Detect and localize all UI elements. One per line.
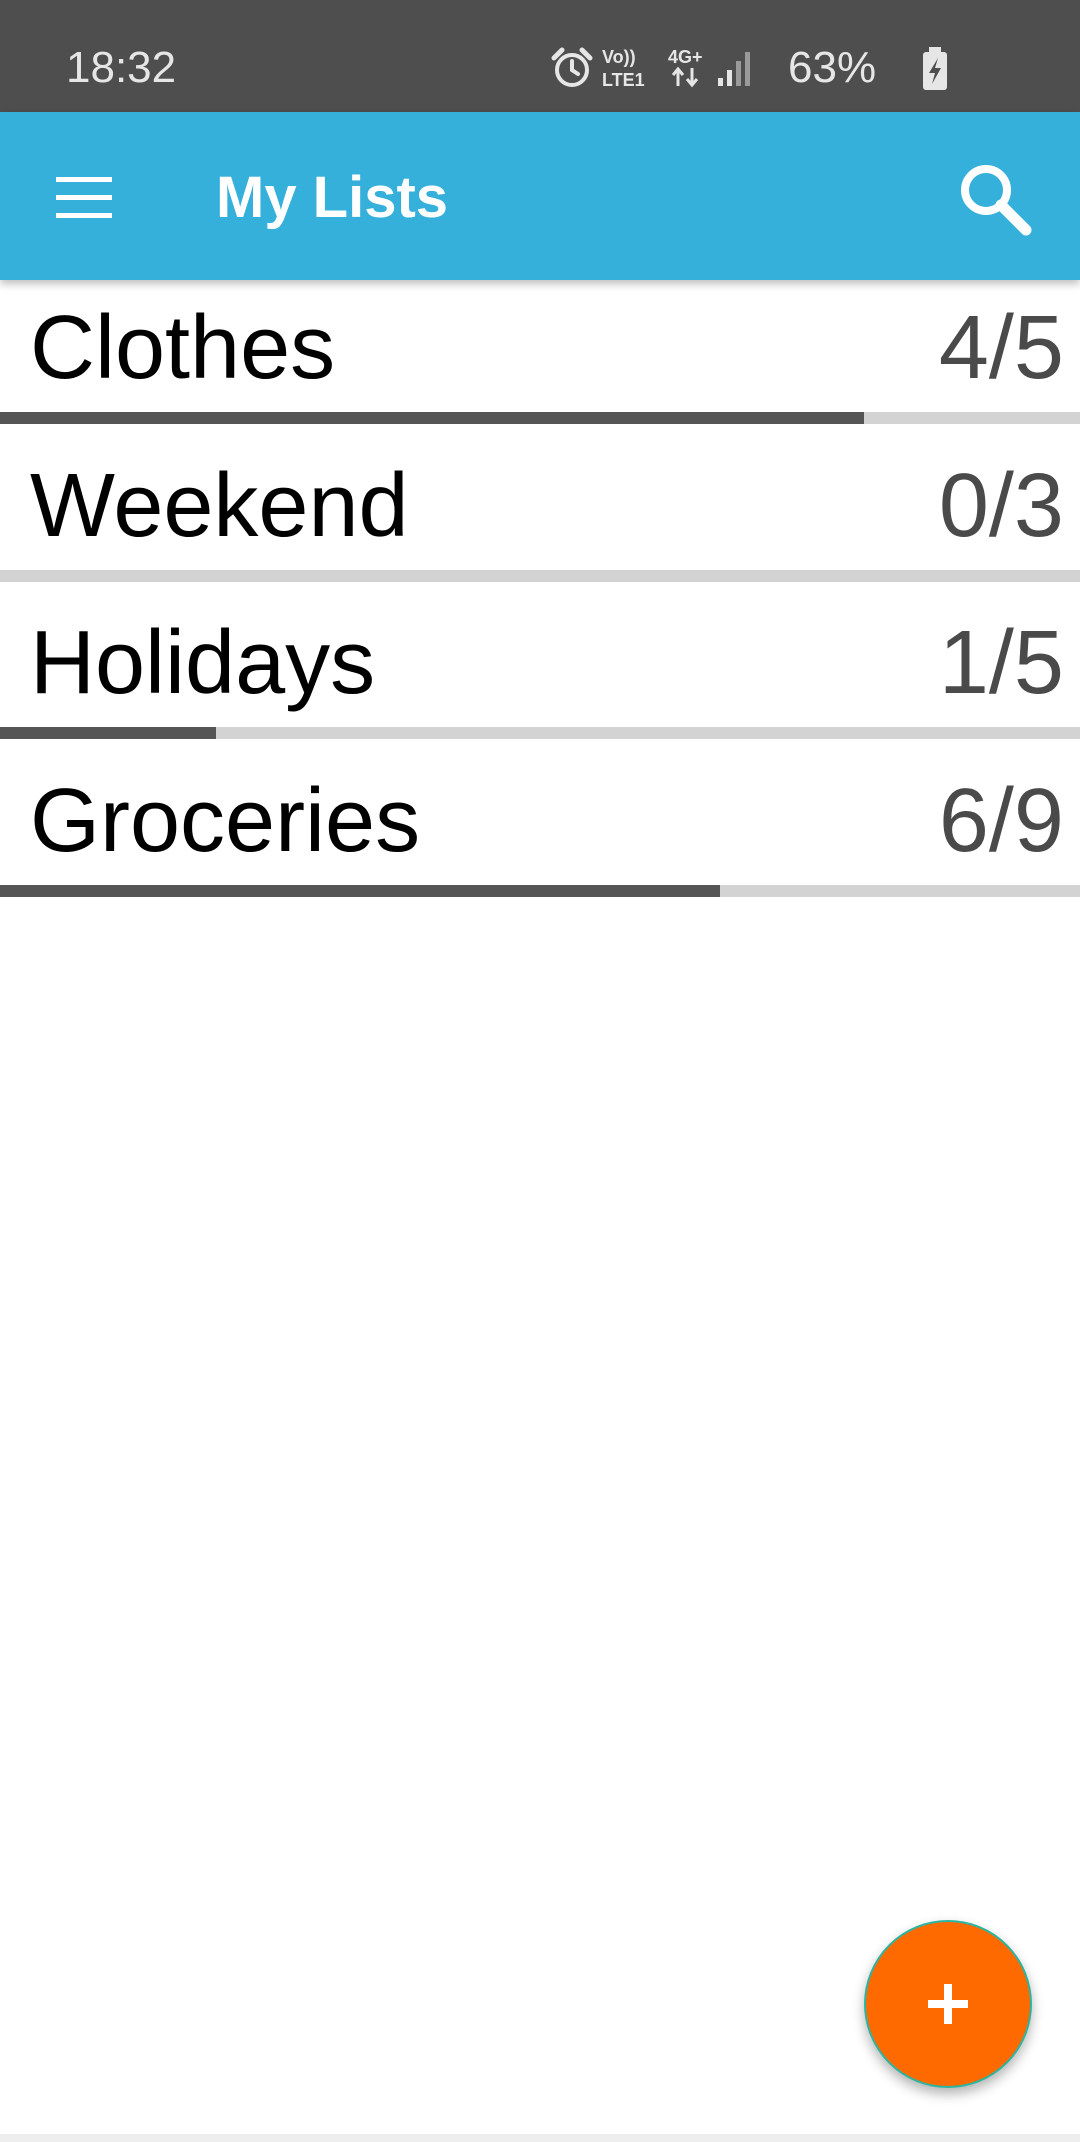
battery-percent: 63%	[788, 43, 877, 92]
list-name: Weekend	[30, 455, 409, 556]
add-list-button[interactable]	[864, 1920, 1032, 2088]
list-name: Holidays	[30, 613, 376, 713]
progress-fill	[0, 727, 216, 739]
signal-icon	[718, 52, 750, 86]
progress-fill	[0, 412, 864, 424]
volte-icon: Vo)) LTE1	[602, 47, 645, 90]
progress-fill	[0, 884, 721, 897]
status-time: 18:32	[66, 43, 177, 92]
status-bar: 18:32 Vo)) LTE1 4G+ 63%	[0, 0, 1080, 112]
progress-bar	[0, 884, 1080, 897]
alarm-icon	[551, 47, 593, 87]
progress-bar	[0, 412, 1080, 424]
4g-data-icon: 4G+	[668, 47, 703, 88]
volte-label: Vo))	[602, 47, 636, 67]
search-icon	[961, 165, 1032, 236]
bottom-divider	[0, 2134, 1080, 2142]
screen: 18:32 Vo)) LTE1 4G+ 63% My Lists Clothes…	[0, 0, 1080, 2142]
hamburger-menu-icon	[56, 177, 112, 218]
app-bar: My Lists	[0, 112, 1080, 280]
menu-button[interactable]	[36, 150, 132, 246]
list-count: 1/5	[938, 613, 1064, 713]
list-container: Clothes 4/5 Weekend 0/3 Holidays 1/5 Gro…	[0, 280, 1080, 910]
list-item[interactable]: Groceries 6/9	[0, 753, 1080, 911]
lte-label: LTE1	[602, 70, 645, 90]
battery-charging-icon	[923, 47, 947, 90]
status-icons: Vo)) LTE1 4G+ 63%	[520, 0, 1080, 112]
list-item[interactable]: Clothes 4/5	[0, 280, 1080, 438]
data-label: 4G+	[668, 47, 703, 67]
list-name: Clothes	[30, 298, 336, 398]
search-button[interactable]	[944, 148, 1044, 248]
progress-bar	[0, 727, 1080, 739]
page-title: My Lists	[216, 165, 449, 230]
list-item[interactable]: Holidays 1/5	[0, 595, 1080, 753]
list-count: 6/9	[938, 770, 1064, 871]
list-count: 4/5	[938, 298, 1064, 398]
progress-bar	[0, 569, 1080, 582]
list-count: 0/3	[938, 455, 1064, 556]
list-name: Groceries	[30, 770, 421, 871]
list-item[interactable]: Weekend 0/3	[0, 438, 1080, 596]
plus-icon	[928, 1984, 968, 2024]
